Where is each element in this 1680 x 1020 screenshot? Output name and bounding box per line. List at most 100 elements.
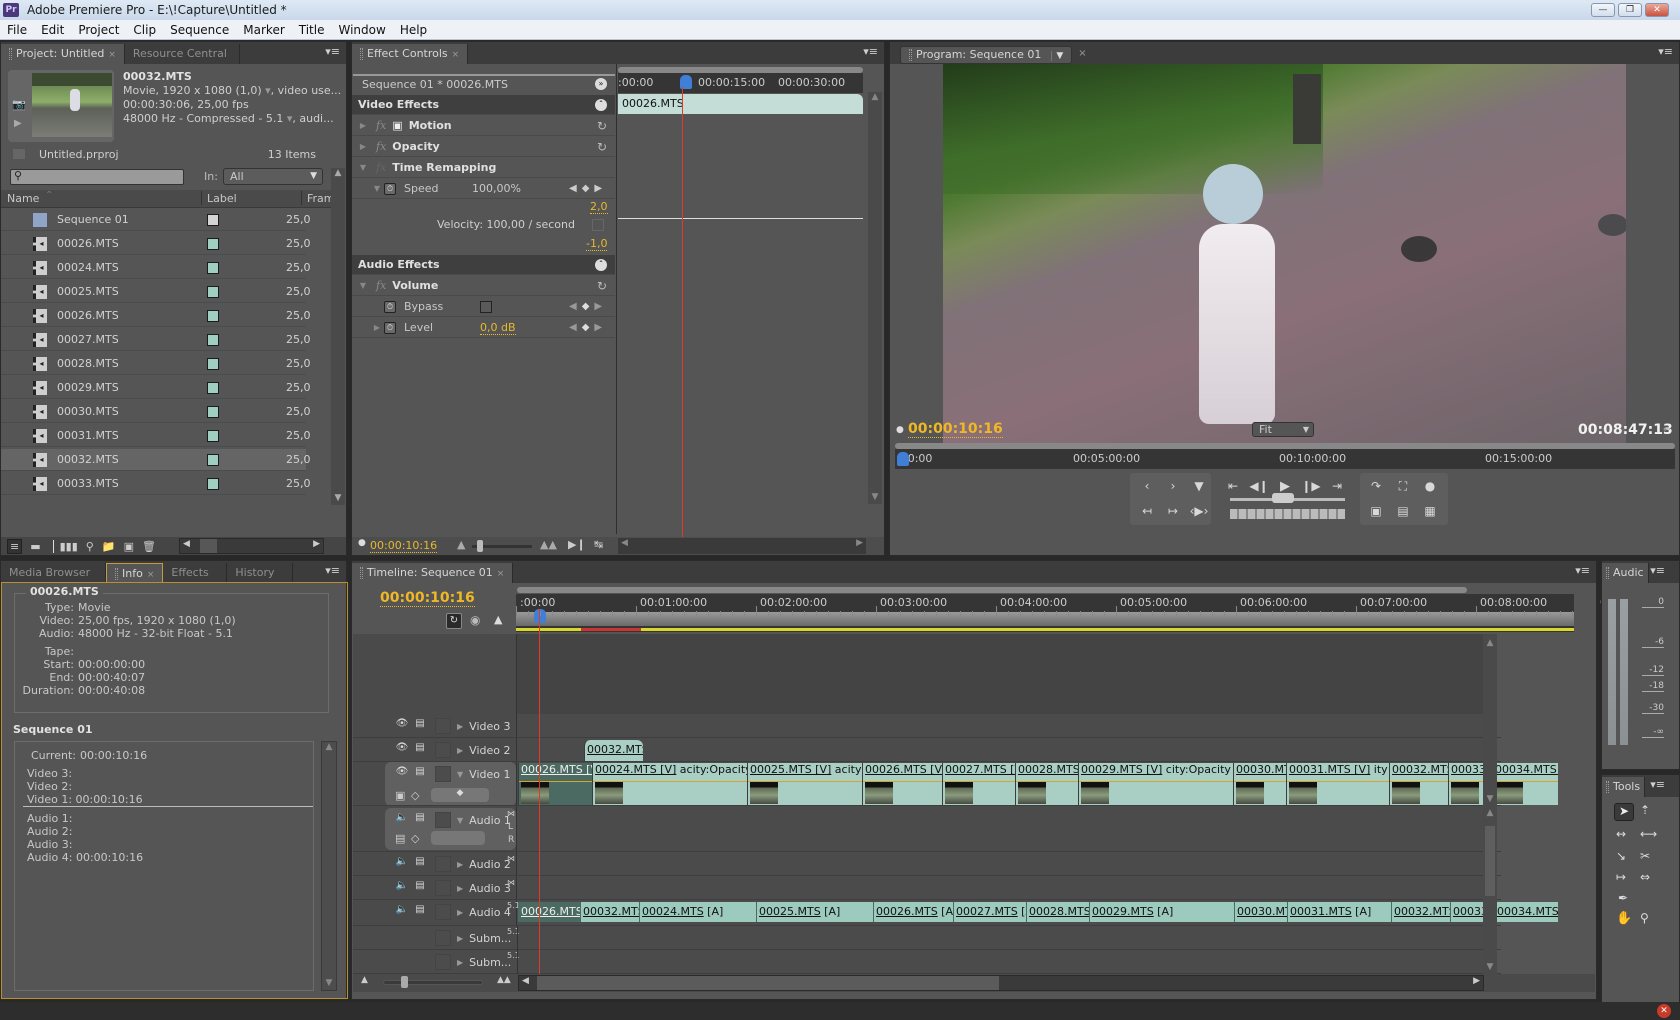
- project-item[interactable]: ◂ 00026.MTS 25,0: [1, 305, 311, 327]
- timeline-clip[interactable]: 00024.MTS [V] acity:Opacity ▾: [592, 763, 747, 805]
- timeline-audio-clip[interactable]: 00032.MTS: [1391, 902, 1450, 922]
- ec-current-time[interactable]: 00:00:10:16: [370, 539, 438, 553]
- track-lock-box[interactable]: [435, 766, 451, 782]
- icon-view-icon[interactable]: ▬: [30, 540, 40, 553]
- label-color-swatch[interactable]: [207, 285, 219, 298]
- show-keyframes-icon[interactable]: ◇: [411, 789, 427, 802]
- timeline-clip[interactable]: 00026.MTS [V]: [518, 763, 592, 805]
- play-in-to-out-icon[interactable]: ‹▶›: [1189, 504, 1209, 518]
- reset-icon[interactable]: ↻: [597, 119, 607, 133]
- track-lock-box[interactable]: [435, 856, 451, 872]
- clear-icon[interactable]: 🗑: [142, 540, 156, 553]
- expand-triangle-icon[interactable]: ▶: [457, 884, 463, 893]
- ripple-edit-tool-icon[interactable]: ↔: [1616, 827, 1626, 841]
- show-timeline-view-icon[interactable]: »: [595, 78, 607, 90]
- label-color-swatch[interactable]: [207, 237, 219, 250]
- video-tracks-scrollbar[interactable]: ▲: [1483, 634, 1497, 714]
- toggle-track-output-icon[interactable]: 🔈: [393, 812, 411, 828]
- zoom-in-icon[interactable]: ▲▲: [540, 538, 557, 551]
- level-value[interactable]: 0,0 dB: [480, 321, 516, 335]
- expand-triangle-icon[interactable]: ▶: [457, 722, 463, 731]
- toggle-track-output-icon[interactable]: 👁: [393, 718, 411, 734]
- panel-menu-icon[interactable]: ▾≡: [325, 564, 340, 577]
- go-to-out-icon[interactable]: ⇥: [1327, 479, 1347, 493]
- rolling-edit-tool-icon[interactable]: ⟷: [1640, 827, 1657, 841]
- fx-toggle-icon[interactable]: fx: [376, 140, 386, 153]
- loop-audio-icon[interactable]: ↹: [594, 538, 603, 551]
- close-tab-icon[interactable]: ×: [147, 570, 155, 580]
- timeline-clip[interactable]: 00025.MTS [V] acity ▾: [747, 763, 862, 805]
- opacity-rubberband[interactable]: [943, 781, 1015, 782]
- close-tab-icon[interactable]: ×: [1078, 44, 1086, 64]
- maximize-button[interactable]: ❐: [1618, 3, 1642, 17]
- effect-time-remapping[interactable]: ▼ fx Time Remapping: [352, 158, 615, 178]
- tab-tools[interactable]: Tools: [1602, 777, 1646, 797]
- jog-disk[interactable]: [1230, 509, 1345, 519]
- opacity-rubberband[interactable]: [519, 781, 592, 782]
- close-tab-icon[interactable]: ×: [108, 50, 116, 60]
- fx-toggle-icon[interactable]: fx: [376, 279, 386, 292]
- panel-menu-icon[interactable]: ▾≡: [1575, 564, 1590, 577]
- find-icon[interactable]: ⚲: [86, 540, 94, 553]
- menu-project[interactable]: Project: [71, 23, 126, 37]
- opacity-rubberband[interactable]: [1287, 781, 1389, 782]
- menu-help[interactable]: Help: [393, 23, 434, 37]
- set-marker-icon[interactable]: ▼: [1189, 479, 1209, 493]
- close-button[interactable]: ✕: [1645, 3, 1669, 17]
- timeline-clip[interactable]: 00032.MTS: [1389, 763, 1448, 805]
- label-color-swatch[interactable]: [207, 477, 219, 490]
- go-to-in-icon[interactable]: ⇤: [1223, 479, 1243, 493]
- menu-title[interactable]: Title: [292, 23, 332, 37]
- timeline-audio-clip[interactable]: 00034.MTS |: [1494, 902, 1558, 922]
- opacity-rubberband[interactable]: [748, 781, 862, 782]
- ec-scrollbar[interactable]: ▲ ▼: [868, 92, 882, 504]
- opacity-rubberband[interactable]: [863, 781, 942, 782]
- fx-toggle-icon[interactable]: fx: [376, 119, 386, 132]
- snap-icon[interactable]: ↻: [446, 613, 462, 629]
- menu-edit[interactable]: Edit: [34, 23, 71, 37]
- project-item[interactable]: Sequence 01 25,0: [1, 209, 311, 231]
- timeline-audio-clip[interactable]: 00030.MT: [1234, 902, 1287, 922]
- menu-clip[interactable]: Clip: [126, 23, 163, 37]
- play-audio-icon[interactable]: ▶❙: [568, 538, 586, 551]
- selection-tool-icon[interactable]: ➤: [1614, 803, 1634, 821]
- timeline-audio-clip[interactable]: 00026.MTS: [518, 902, 580, 922]
- hand-tool-icon[interactable]: ✋: [1616, 911, 1632, 926]
- menu-window[interactable]: Window: [331, 23, 392, 37]
- label-color-swatch[interactable]: [207, 453, 219, 466]
- stopwatch-icon[interactable]: ⏱: [384, 300, 396, 313]
- keyframe-navigator[interactable]: ◀◆▶: [569, 183, 607, 194]
- toggle-track-output-icon[interactable]: 👁: [393, 742, 411, 758]
- panel-menu-icon[interactable]: ▾≡: [863, 45, 878, 58]
- mark-out-icon[interactable]: ›: [1163, 479, 1183, 493]
- keyframe-navigator[interactable]: ◆: [431, 788, 489, 802]
- sync-lock-icon[interactable]: ▤: [411, 742, 429, 758]
- fx-badge[interactable]: ity ▾: [1374, 763, 1389, 776]
- effect-motion[interactable]: ▶ fx ▣ Motion ↻: [352, 116, 615, 136]
- bypass-checkbox[interactable]: [480, 300, 492, 313]
- opacity-rubberband[interactable]: [593, 781, 747, 782]
- tab-timeline[interactable]: Timeline: Sequence 01 ×: [352, 563, 514, 583]
- panel-menu-icon[interactable]: ▾≡: [1650, 564, 1665, 577]
- error-icon[interactable]: ✕: [1657, 1004, 1671, 1018]
- opacity-rubberband[interactable]: [1234, 781, 1286, 782]
- collapse-triangle-icon[interactable]: ▼: [457, 816, 463, 825]
- video-tracks-scrollbar-lower[interactable]: ▼: [1483, 714, 1497, 806]
- timeline-audio-clip[interactable]: 00024.MTS [A]: [639, 902, 756, 922]
- tab-info[interactable]: Info ×: [106, 563, 164, 583]
- go-to-previous-edit-icon[interactable]: ↤: [1137, 504, 1157, 518]
- tab-media-browser[interactable]: Media Browser: [1, 563, 106, 583]
- project-item[interactable]: ◂00034.MTS25,0: [1, 497, 306, 499]
- column-name[interactable]: Name: [7, 192, 39, 205]
- timeline-audio-clip[interactable]: 00026.MTS [A]: [873, 902, 953, 922]
- timeline-playhead[interactable]: [539, 609, 540, 974]
- zoom-out-icon[interactable]: ▲: [457, 538, 465, 551]
- track-lock-box[interactable]: [435, 904, 451, 920]
- tab-effects[interactable]: Effects: [163, 563, 228, 583]
- keyframe-navigator[interactable]: ◀◆▶: [569, 301, 607, 312]
- timeline-zoom-slider[interactable]: [383, 980, 483, 985]
- set-encore-marker-icon[interactable]: ◉: [470, 613, 480, 627]
- program-current-time[interactable]: 00:00:10:16: [908, 421, 1003, 438]
- opacity-rubberband[interactable]: [1493, 781, 1558, 782]
- new-bin-icon[interactable]: 📁: [102, 540, 116, 553]
